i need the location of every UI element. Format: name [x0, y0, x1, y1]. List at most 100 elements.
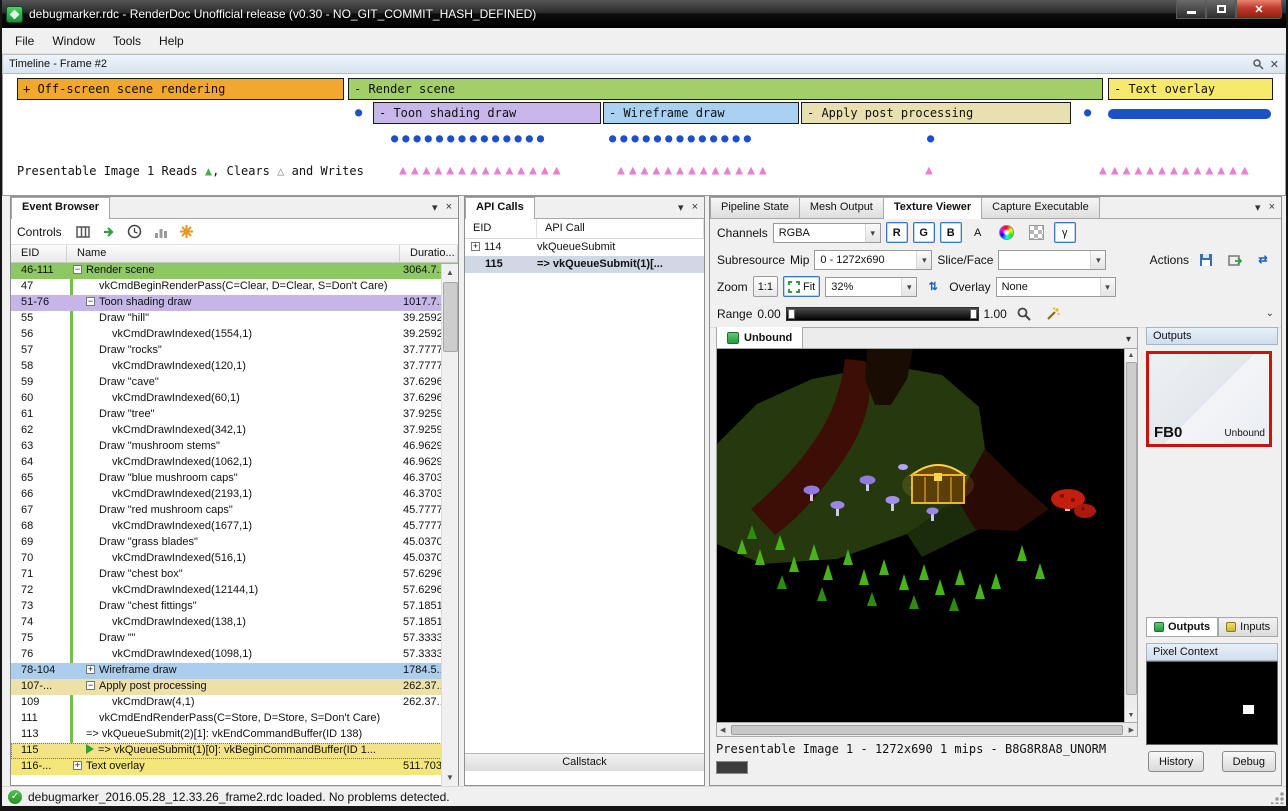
red-channel-button[interactable]: R — [886, 222, 908, 243]
timeline-canvas[interactable]: + Off-screen scene rendering- Render sce… — [2, 74, 1286, 196]
tab-mesh-output[interactable]: Mesh Output — [799, 197, 884, 218]
menu-file[interactable]: File — [6, 30, 43, 52]
event-row[interactable]: 70vkCmdDrawIndexed(516,1)45.03704 — [11, 551, 458, 567]
range-white-point-handle[interactable] — [970, 309, 977, 319]
event-row[interactable]: 111vkCmdEndRenderPass(C=Store, D=Store, … — [11, 711, 458, 727]
menu-help[interactable]: Help — [150, 30, 193, 52]
api-call-row[interactable]: +114vkQueueSubmit — [465, 239, 704, 256]
timeline-block[interactable]: - Text overlay — [1108, 78, 1273, 100]
event-browser-scrollbar[interactable]: ▲ ▼ — [441, 264, 458, 786]
autofit-range-button[interactable] — [1041, 303, 1065, 324]
scroll-down-icon[interactable]: ▼ — [442, 769, 458, 786]
event-row[interactable]: 59Draw "cave"37.62963 — [11, 375, 458, 391]
pin-icon[interactable] — [1253, 59, 1264, 70]
timeline-block[interactable]: - Wireframe draw — [603, 102, 799, 124]
event-row[interactable]: 72vkCmdDrawIndexed(12144,1)57.62963 — [11, 583, 458, 599]
event-row[interactable]: 76vkCmdDrawIndexed(1098,1)57.33333 — [11, 647, 458, 663]
collapse-icon[interactable]: − — [73, 265, 82, 274]
event-row[interactable]: 66vkCmdDrawIndexed(2193,1)46.37037 — [11, 487, 458, 503]
blue-channel-button[interactable]: B — [940, 222, 962, 243]
save-texture-button[interactable] — [1194, 249, 1218, 270]
expand-icon[interactable]: + — [471, 242, 480, 251]
range-black-point-handle[interactable] — [788, 309, 795, 319]
range-slider[interactable] — [786, 307, 979, 321]
event-row[interactable]: 64vkCmdDrawIndexed(1062,1)46.96296 — [11, 455, 458, 471]
tab-event-browser[interactable]: Event Browser — [11, 197, 110, 219]
event-row[interactable]: 55Draw "hill"39.25926 — [11, 311, 458, 327]
event-row[interactable]: 109vkCmdDraw(4,1)262.37... — [11, 695, 458, 711]
texture-tab-dropdown-icon[interactable]: ▾ — [1120, 334, 1137, 348]
panel-close-icon[interactable]: × — [446, 201, 452, 214]
fit-button[interactable]: Fit — [783, 276, 820, 297]
panel-close-icon[interactable]: × — [1269, 201, 1275, 214]
bookmark-star-icon[interactable] — [178, 223, 196, 241]
event-row[interactable]: 75Draw ""57.33333 — [11, 631, 458, 647]
tab-inputs[interactable]: Inputs — [1218, 617, 1278, 637]
event-row[interactable]: 67Draw "red mushroom caps"45.77778 — [11, 503, 458, 519]
toolbar-overflow-icon[interactable]: ⌄ — [1266, 308, 1274, 319]
stats-icon[interactable] — [152, 223, 170, 241]
texture-display[interactable]: ▲ ▼ — [716, 348, 1138, 723]
green-channel-button[interactable]: G — [913, 222, 935, 243]
event-row[interactable]: 62vkCmdDrawIndexed(342,1)37.92593 — [11, 423, 458, 439]
maximize-button[interactable] — [1206, 0, 1236, 19]
event-row[interactable]: 68vkCmdDrawIndexed(1677,1)45.77778 — [11, 519, 458, 535]
panel-menu-icon[interactable]: ▾ — [1255, 201, 1261, 214]
collapse-icon[interactable]: − — [86, 297, 95, 306]
event-row[interactable]: 69Draw "grass blades"45.03704 — [11, 535, 458, 551]
checkerboard-background-button[interactable] — [1024, 222, 1049, 243]
panel-menu-icon[interactable]: ▾ — [678, 201, 684, 214]
close-button[interactable]: ✕ — [1236, 0, 1282, 19]
open-resource-button[interactable]: ⇄ — [1252, 249, 1274, 270]
tab-api-calls[interactable]: API Calls — [465, 197, 535, 219]
event-row[interactable]: 113=> vkQueueSubmit(2)[1]: vkEndCommandB… — [11, 727, 458, 743]
panel-menu-icon[interactable]: ▾ — [432, 201, 438, 214]
texture-tab-unbound[interactable]: Unbound — [717, 327, 803, 348]
zoom-range-button[interactable] — [1012, 303, 1036, 324]
event-row[interactable]: 74vkCmdDrawIndexed(138,1)57.18518 — [11, 615, 458, 631]
api-call-row[interactable]: 115=> vkQueueSubmit(1)[... — [465, 256, 704, 273]
api-table-header[interactable]: EID API Call — [465, 219, 704, 239]
tab-outputs[interactable]: Outputs — [1146, 617, 1218, 637]
event-row[interactable]: 57Draw "rocks"37.77778 — [11, 343, 458, 359]
columns-options-icon[interactable] — [74, 223, 92, 241]
debug-button[interactable]: Debug — [1222, 751, 1276, 772]
event-row[interactable]: 107-...−Apply post processing262.37... — [11, 679, 458, 695]
event-row[interactable]: 65Draw "blue mushroom caps"46.37037 — [11, 471, 458, 487]
menu-window[interactable]: Window — [43, 30, 104, 52]
menu-tools[interactable]: Tools — [104, 30, 150, 52]
texture-vertical-scrollbar[interactable]: ▲ ▼ — [1124, 349, 1137, 722]
timeline-block[interactable]: - Toon shading draw — [373, 102, 601, 124]
time-draws-icon[interactable] — [126, 223, 144, 241]
event-row[interactable]: 73Draw "chest fittings"57.18518 — [11, 599, 458, 615]
channels-select[interactable]: RGBA▾ — [773, 223, 881, 243]
event-row[interactable]: 71Draw "chest box"57.62963 — [11, 567, 458, 583]
event-row[interactable]: 61Draw "tree"37.92593 — [11, 407, 458, 423]
zoom-level-combo[interactable]: 32%▾ — [825, 277, 917, 297]
color-wheel-button[interactable] — [994, 222, 1019, 243]
flip-y-button[interactable]: ⇅ — [922, 276, 944, 297]
tab-texture-viewer[interactable]: Texture Viewer — [883, 197, 982, 219]
timeline-close-icon[interactable]: ✕ — [1270, 58, 1279, 71]
minimize-button[interactable] — [1176, 0, 1206, 19]
zoom-1to1-button[interactable]: 1:1 — [753, 276, 778, 297]
event-row[interactable]: 63Draw "mushroom stems"46.96296 — [11, 439, 458, 455]
event-row[interactable]: 116-...+Text overlay511.7037 — [11, 759, 458, 775]
mip-select[interactable]: 0 - 1272x690▾ — [814, 250, 932, 270]
pixel-context-view[interactable] — [1146, 661, 1278, 745]
event-row[interactable]: 51-76−Toon shading draw1017.7... — [11, 295, 458, 311]
tab-pipeline-state[interactable]: Pipeline State — [710, 197, 800, 218]
event-row[interactable]: 56vkCmdDrawIndexed(1554,1)39.25926 — [11, 327, 458, 343]
timeline-block[interactable]: + Off-screen scene rendering — [17, 78, 344, 100]
scroll-right-icon[interactable]: ▶ — [1126, 726, 1137, 734]
event-row[interactable]: 47vkCmdBeginRenderPass(C=Clear, D=Clear,… — [11, 279, 458, 295]
overlay-select[interactable]: None▾ — [996, 277, 1116, 297]
event-row[interactable]: 58vkCmdDrawIndexed(120,1)37.77778 — [11, 359, 458, 375]
event-row[interactable]: 115=> vkQueueSubmit(1)[0]: vkBeginComman… — [11, 743, 458, 759]
history-button[interactable]: History — [1148, 751, 1204, 772]
goto-eid-icon[interactable] — [100, 223, 118, 241]
resize-grip[interactable] — [1271, 791, 1284, 804]
export-texture-button[interactable] — [1223, 249, 1247, 270]
expand-icon[interactable]: + — [86, 665, 95, 674]
scroll-up-icon[interactable]: ▲ — [442, 264, 458, 281]
